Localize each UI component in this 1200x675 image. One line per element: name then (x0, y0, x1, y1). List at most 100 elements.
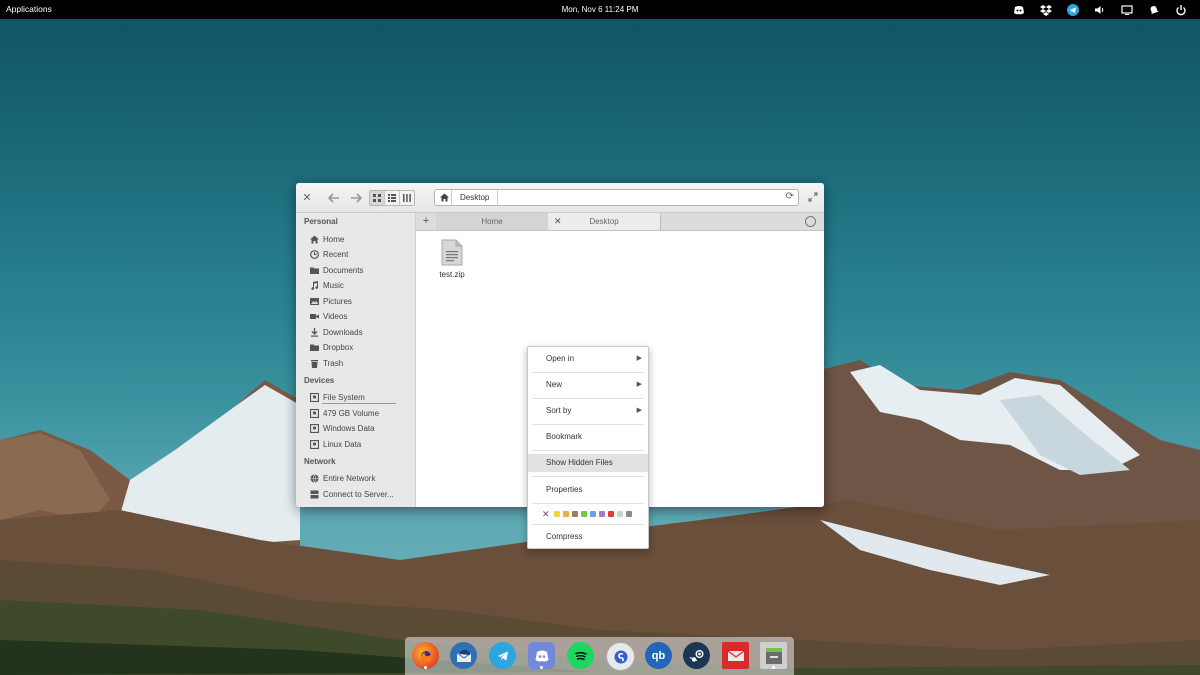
home-breadcrumb[interactable] (437, 190, 452, 205)
menu-separator (532, 450, 644, 451)
dropbox-icon[interactable] (1032, 0, 1059, 19)
sidebar-item-label: Windows Data (323, 423, 375, 433)
list-icon (388, 194, 396, 202)
location-bar[interactable]: Desktop ⟳ (434, 189, 799, 206)
menu-item-open-in[interactable]: Open in ▶ (528, 350, 648, 368)
simplenote-icon[interactable] (606, 642, 635, 671)
menu-item-sort-by[interactable]: Sort by ▶ (528, 402, 648, 420)
chevron-right-icon: ▶ (636, 407, 642, 414)
list-view-button[interactable] (385, 191, 400, 205)
sidebar-item-label: Recent (323, 249, 349, 259)
running-indicator (424, 666, 427, 669)
color-tag-brown[interactable] (571, 511, 578, 517)
firefox-icon[interactable] (412, 642, 439, 669)
menu-separator (532, 398, 644, 399)
running-indicator (540, 666, 543, 669)
thunderbird-icon[interactable] (450, 642, 477, 669)
color-tag-yellow[interactable] (553, 511, 560, 517)
sidebar-item-pictures[interactable]: Pictures (310, 294, 352, 308)
telegram-icon[interactable] (489, 642, 516, 669)
notifications-icon[interactable] (1140, 0, 1167, 19)
close-window-button[interactable]: ✕ (302, 190, 312, 205)
clock[interactable]: Mon, Nov 6 11:24 PM (562, 5, 639, 14)
color-tag-orange[interactable] (562, 511, 569, 517)
column-view-button[interactable] (400, 191, 414, 205)
menu-item-bookmark[interactable]: Bookmark (528, 428, 648, 446)
qbittorrent-icon[interactable]: qb (645, 642, 672, 669)
image-icon (310, 297, 319, 305)
folder-icon (310, 267, 319, 274)
clear-color-icon[interactable]: ✕ (542, 509, 550, 520)
sidebar-item-connect-to-server[interactable]: Connect to Server... (310, 487, 394, 501)
applications-menu-button[interactable]: Applications (6, 0, 52, 19)
back-button[interactable] (326, 190, 342, 205)
top-panel: Applications Mon, Nov 6 11:24 PM (0, 0, 1200, 19)
file-name: test.zip (439, 270, 465, 279)
file-item[interactable]: test.zip (434, 239, 470, 279)
sidebar-heading-network: Network (304, 457, 336, 466)
sidebar-item-windows-data[interactable]: Windows Data (310, 421, 375, 435)
reload-icon[interactable]: ⟳ (786, 191, 794, 202)
sidebar-item-label: Connect to Server... (323, 489, 394, 499)
server-icon (310, 490, 319, 498)
sidebar-item-trash[interactable]: Trash (310, 356, 343, 370)
sidebar-item-dropbox[interactable]: Dropbox (310, 340, 353, 354)
sidebar-item-label: Documents (323, 265, 364, 275)
download-icon (311, 327, 318, 337)
breadcrumb-desktop[interactable]: Desktop (452, 190, 499, 205)
menu-item-compress[interactable]: Compress (528, 528, 648, 546)
new-tab-button[interactable]: + (420, 214, 432, 229)
menu-item-label: Sort by (546, 406, 572, 415)
sidebar-item-music[interactable]: Music (310, 278, 344, 292)
telegram-icon[interactable] (1059, 0, 1086, 19)
display-icon[interactable] (1113, 0, 1140, 19)
trash-icon (311, 359, 318, 368)
sidebar-item-label: Downloads (323, 327, 363, 337)
close-tab-icon[interactable]: ✕ (554, 213, 562, 230)
discord-icon[interactable] (1005, 0, 1032, 19)
tab-desktop[interactable]: ✕ Desktop (548, 213, 661, 230)
tab-label: Home (481, 217, 503, 226)
sidebar-item-videos[interactable]: Videos (310, 309, 347, 323)
menu-item-label: New (546, 380, 563, 389)
sidebar-item-recent[interactable]: Recent (310, 247, 348, 261)
color-tag-green[interactable] (580, 511, 587, 517)
sidebar-item-file-system[interactable]: File System (310, 390, 365, 404)
sidebar-heading-personal: Personal (304, 217, 338, 226)
sidebar-item-479gb-volume[interactable]: 479 GB Volume (310, 406, 379, 420)
sidebar-item-home[interactable]: Home (310, 232, 344, 246)
color-tag-light-gray[interactable] (616, 511, 623, 517)
grid-view-button[interactable] (370, 191, 385, 205)
menu-item-new[interactable]: New ▶ (528, 376, 648, 394)
forward-button[interactable] (348, 190, 364, 205)
sidebar-item-documents[interactable]: Documents (310, 263, 363, 277)
files-icon[interactable] (760, 642, 787, 669)
color-tag-red[interactable] (607, 511, 614, 517)
view-mode-switcher (369, 190, 415, 206)
sidebar-item-linux-data[interactable]: Linux Data (310, 437, 361, 451)
maximize-icon[interactable] (808, 192, 818, 202)
tab-history-icon[interactable] (805, 216, 816, 227)
color-tag-dark-gray[interactable] (625, 511, 632, 517)
menu-separator (532, 372, 644, 373)
menu-item-properties[interactable]: Properties (528, 481, 648, 499)
volume-icon[interactable] (1086, 0, 1113, 19)
menu-item-show-hidden-files[interactable]: Show Hidden Files (528, 454, 648, 472)
sidebar-item-entire-network[interactable]: Entire Network (310, 471, 375, 485)
drive-icon (310, 392, 319, 402)
system-tray (1005, 0, 1194, 19)
power-icon[interactable] (1167, 0, 1194, 19)
sidebar-item-label: Entire Network (323, 473, 376, 483)
mail-icon[interactable] (722, 642, 749, 669)
tab-home[interactable]: Home (436, 213, 549, 230)
spotify-icon[interactable] (567, 642, 594, 669)
sidebar-item-label: Music (323, 280, 344, 290)
titlebar: ✕ Desktop ⟳ (296, 183, 824, 213)
color-tag-purple[interactable] (598, 511, 605, 517)
sidebar-item-downloads[interactable]: Downloads (310, 325, 363, 339)
color-tag-blue[interactable] (589, 511, 596, 517)
sidebar-item-label: Pictures (323, 296, 352, 306)
sidebar-item-label: File System (323, 392, 365, 402)
steam-icon[interactable] (683, 642, 710, 669)
discord-icon[interactable] (528, 642, 555, 669)
